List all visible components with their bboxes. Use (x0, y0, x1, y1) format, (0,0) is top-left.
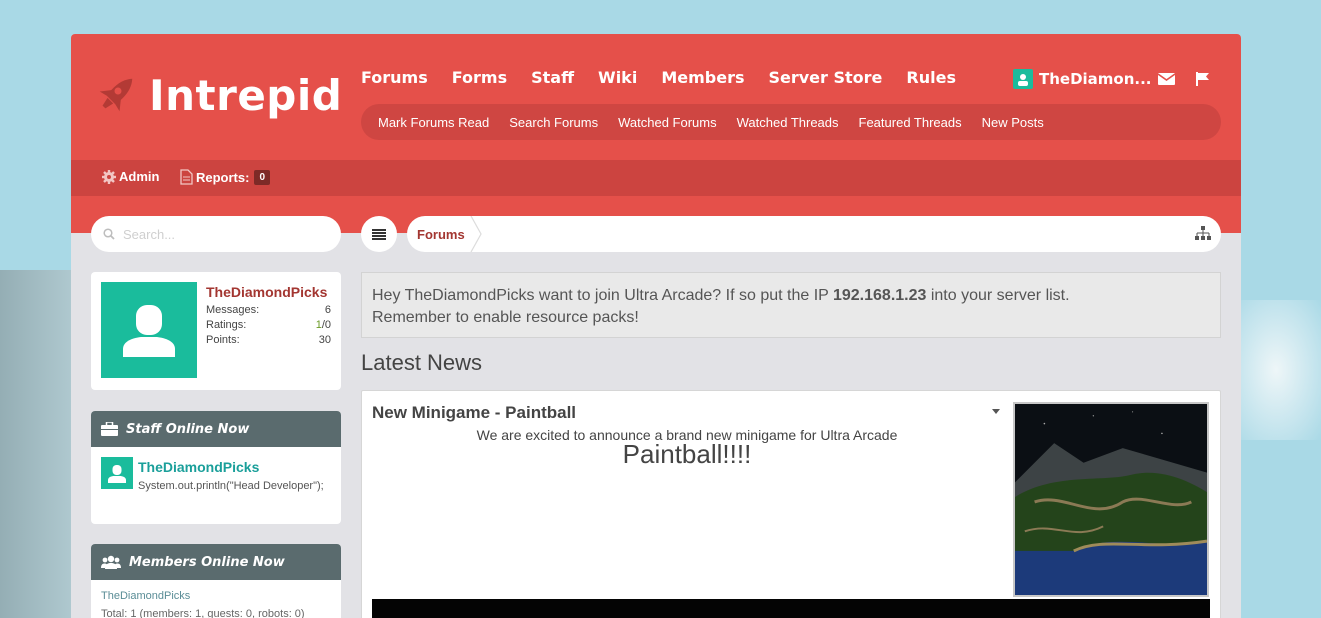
nav-rules[interactable]: Rules (906, 68, 956, 87)
members-online-widget: Members Online Now TheDiamondPicks Total… (91, 544, 341, 618)
admin-link[interactable]: Admin (102, 169, 159, 184)
nav-forums[interactable]: Forums (361, 68, 428, 87)
stat-value: 1/0 (316, 319, 331, 331)
online-total: Total: 1 (members: 1, guests: 0, robots:… (101, 608, 305, 618)
widget-header: Staff Online Now (91, 411, 341, 447)
stat-value[interactable]: 30 (319, 334, 331, 346)
rocket-icon (99, 78, 133, 112)
stat-label: Messages: (206, 304, 260, 316)
profile-name[interactable]: TheDiamondPicks (206, 284, 327, 300)
admin-bar: Admin Reports: 0 (71, 160, 1241, 196)
logo-text: Intrepid (149, 70, 343, 120)
stat-points: Points: 30 (206, 334, 331, 346)
subnav-search-forums[interactable]: Search Forums (509, 115, 598, 130)
profile-card: TheDiamondPicks Messages: 6 Ratings: 1/0… (91, 272, 341, 390)
nav-staff[interactable]: Staff (531, 68, 574, 87)
widget-title: Staff Online Now (126, 421, 250, 437)
user-icon (123, 305, 175, 357)
users-icon (101, 555, 121, 569)
subnav-watched-forums[interactable]: Watched Forums (618, 115, 717, 130)
menu-toggle-button[interactable] (361, 216, 397, 252)
online-member-link[interactable]: TheDiamondPicks (91, 580, 341, 602)
news-body-highlight: Paintball!!!! (622, 439, 752, 469)
nav-wiki[interactable]: Wiki (598, 68, 637, 87)
site-logo[interactable]: Intrepid (91, 70, 342, 120)
search-input[interactable] (123, 226, 323, 242)
document-icon (180, 169, 193, 185)
subnav-watched-threads[interactable]: Watched Threads (737, 115, 839, 130)
stat-value[interactable]: 6 (325, 304, 331, 316)
gear-icon (102, 169, 116, 184)
list-item: TheDiamondPicks System.out.println("Head… (91, 447, 341, 511)
search-box (91, 216, 341, 252)
reports-link[interactable]: Reports: 0 (180, 169, 271, 185)
news-title[interactable]: New Minigame - Paintball (372, 403, 576, 423)
nav-server-store[interactable]: Server Store (768, 68, 882, 87)
notice-ip: 192.168.1.23 (832, 287, 927, 304)
ratings-rest: /0 (321, 319, 331, 331)
search-icon (103, 228, 115, 240)
nav-members[interactable]: Members (661, 68, 744, 87)
flag-icon[interactable] (1194, 72, 1211, 86)
notice-text: Hey TheDiamondPicks want to join Ultra A… (372, 287, 833, 304)
latest-news-heading: Latest News (361, 350, 483, 375)
server-notice: Hey TheDiamondPicks want to join Ultra A… (361, 272, 1221, 338)
news-thumbnail-image[interactable] (1013, 402, 1209, 597)
notice-text: into your server list. (926, 287, 1070, 304)
subnav-featured-threads[interactable]: Featured Threads (859, 115, 962, 130)
staff-member-title: System.out.println("Head Developer"); (138, 480, 324, 492)
page-container: Intrepid Forums Forms Staff Wiki Members… (71, 34, 1241, 618)
widget-title: Members Online Now (129, 554, 285, 570)
admin-label: Admin (119, 169, 160, 184)
stat-label: Points: (206, 334, 240, 346)
widget-header: Members Online Now (91, 544, 341, 580)
stat-messages: Messages: 6 (206, 304, 331, 316)
breadcrumb: Forums (407, 216, 1221, 252)
profile-avatar[interactable] (101, 282, 197, 378)
user-name: TheDiamon... (1039, 70, 1152, 88)
stat-ratings: Ratings: 1/0 (206, 319, 331, 331)
background-blur-right (1231, 300, 1321, 440)
notice-line-1: Hey TheDiamondPicks want to join Ultra A… (372, 285, 1210, 307)
sub-nav: Mark Forums Read Search Forums Watched F… (361, 104, 1221, 140)
envelope-icon[interactable] (1158, 72, 1175, 86)
reports-count-badge: 0 (254, 169, 271, 185)
sitemap-icon[interactable] (1195, 226, 1211, 241)
reports-label: Reports: (196, 169, 250, 185)
staff-member-name[interactable]: TheDiamondPicks (138, 459, 259, 475)
main-nav: Forums Forms Staff Wiki Members Server S… (361, 68, 980, 87)
staff-online-widget: Staff Online Now TheDiamondPicks System.… (91, 411, 341, 524)
chevron-down-icon[interactable] (992, 409, 1000, 414)
site-header: Intrepid Forums Forms Staff Wiki Members… (71, 34, 1241, 160)
stat-label: Ratings: (206, 319, 247, 331)
nav-forms[interactable]: Forms (452, 68, 507, 87)
hamburger-icon (372, 228, 386, 240)
avatar (1013, 69, 1033, 89)
user-menu[interactable]: TheDiamon... (1013, 69, 1152, 89)
news-video-embed[interactable] (372, 599, 1210, 618)
user-icon (1018, 73, 1028, 86)
subnav-new-posts[interactable]: New Posts (982, 115, 1044, 130)
subnav-mark-forums-read[interactable]: Mark Forums Read (378, 115, 489, 130)
briefcase-icon (101, 422, 118, 436)
breadcrumb-forums[interactable]: Forums (417, 227, 465, 242)
notice-line-2: Remember to enable resource packs! (372, 309, 639, 326)
news-item: New Minigame - Paintball We are excited … (361, 390, 1221, 618)
breadcrumb-separator (470, 216, 482, 252)
